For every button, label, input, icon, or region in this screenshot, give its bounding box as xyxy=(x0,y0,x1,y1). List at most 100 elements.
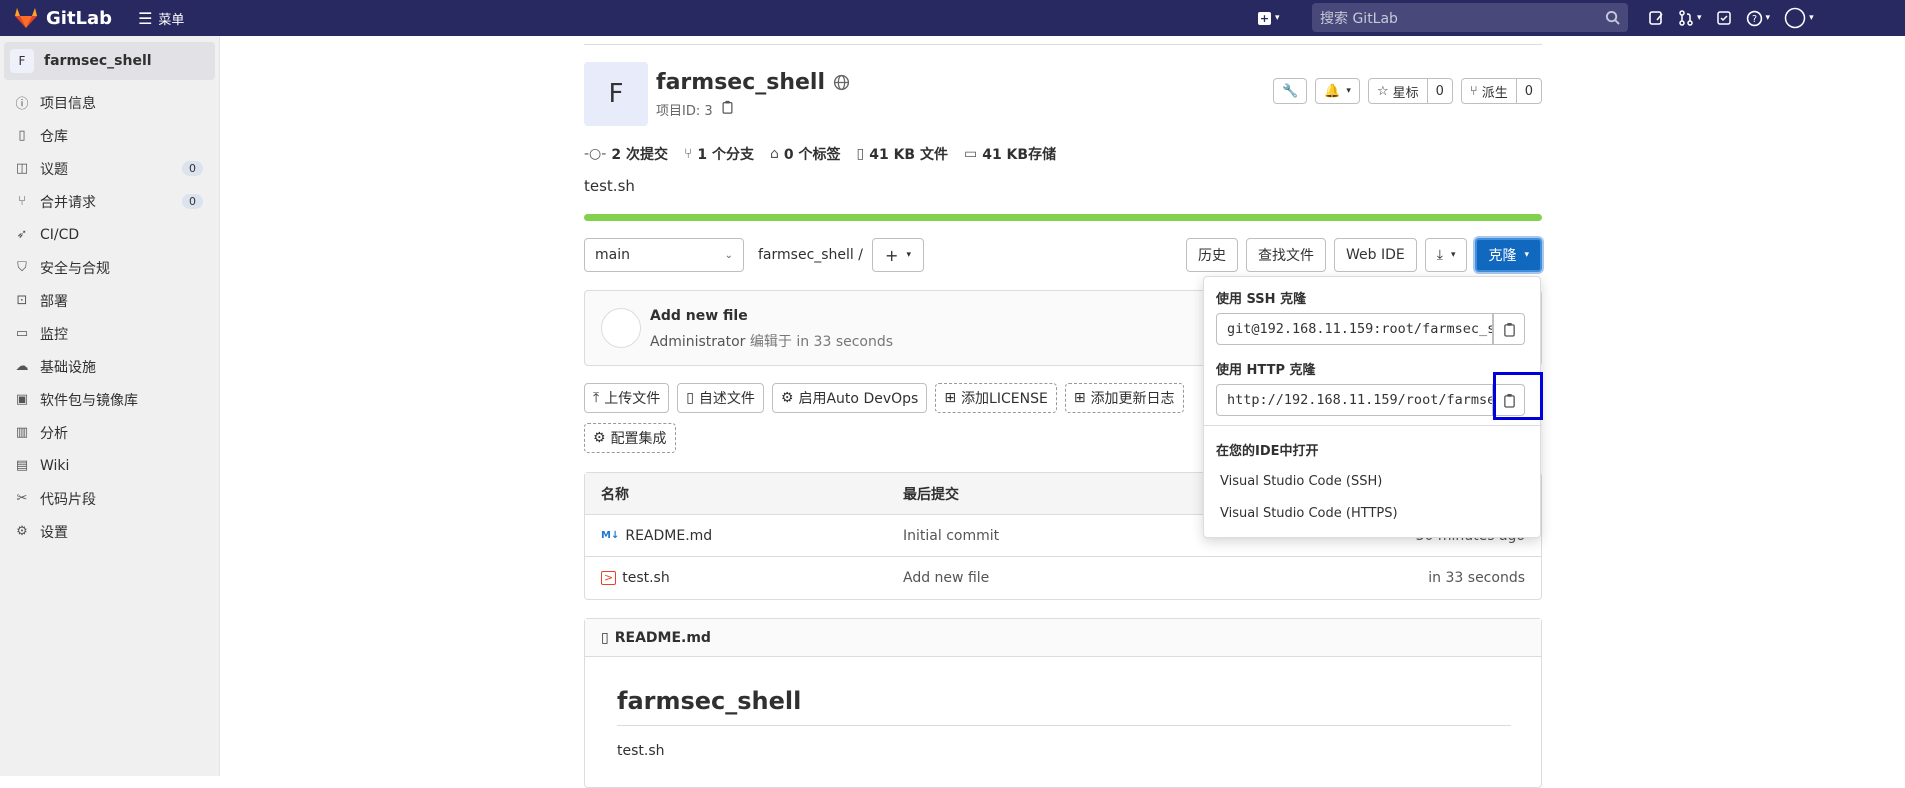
star-button[interactable]: ☆ 星标 0 xyxy=(1367,78,1453,104)
sidebar-item[interactable]: ⛉ 安全与合规 xyxy=(0,251,219,284)
fork-button[interactable]: ⑂ 派生 0 xyxy=(1460,78,1542,104)
book-icon: ▤ xyxy=(15,458,29,473)
sidebar-item[interactable]: ⑂ 合并请求 0 xyxy=(0,185,219,218)
fork-count: 0 xyxy=(1524,83,1533,99)
chevron-down-icon: ⌄ xyxy=(724,249,733,261)
issues-icon: ◫ xyxy=(15,161,29,176)
file-time: in 33 seconds xyxy=(1428,570,1525,586)
files-stat[interactable]: ▯ 41 KB 文件 xyxy=(857,144,948,164)
sidebar-item[interactable]: ▭ 监控 xyxy=(0,317,219,350)
sidebar-item[interactable]: ▤ Wiki xyxy=(0,449,219,482)
branch-icon: ⑂ xyxy=(683,146,693,162)
todos-nav-icon[interactable] xyxy=(1716,6,1732,30)
vscode-https-item[interactable]: Visual Studio Code (HTTPS) xyxy=(1220,506,1398,521)
web-ide-button[interactable]: Web IDE xyxy=(1334,238,1417,272)
plus-square-icon: + xyxy=(1258,11,1271,25)
copy-icon[interactable] xyxy=(721,100,734,114)
gear-icon: ⚙ xyxy=(16,524,28,539)
sidebar-item[interactable]: ▥ 分析 xyxy=(0,416,219,449)
author-avatar[interactable] xyxy=(601,308,641,348)
file-name[interactable]: README.md xyxy=(625,528,712,544)
sidebar-item[interactable]: ⚙ 设置 xyxy=(0,515,219,548)
clone-button[interactable]: 克隆 ▾ xyxy=(1475,238,1542,272)
file-name[interactable]: test.sh xyxy=(622,570,670,586)
star-label: 星标 xyxy=(1392,85,1419,101)
top-navbar: GitLab ☰ 菜单 + ▾ 搜索 GitLab ▾ ? ▾ ▾ xyxy=(0,0,1905,36)
sidebar-item[interactable]: ⓘ 项目信息 xyxy=(0,86,219,119)
sidebar-item-label: 部署 xyxy=(40,293,68,310)
vscode-ssh-item[interactable]: Visual Studio Code (SSH) xyxy=(1220,474,1382,489)
find-file-button[interactable]: 查找文件 xyxy=(1246,238,1326,272)
breadcrumb[interactable]: farmsec_shell / xyxy=(758,247,863,263)
merge-requests-nav-icon[interactable]: ▾ xyxy=(1678,6,1702,30)
sidebar-item[interactable]: ◫ 议题 0 xyxy=(0,152,219,185)
fork-label: 派生 xyxy=(1481,85,1508,101)
branch-select[interactable]: main ⌄ xyxy=(584,238,744,272)
divider xyxy=(584,44,1542,45)
copy-ssh-button[interactable] xyxy=(1493,313,1525,345)
auto-devops-button[interactable]: ⚙ 启用Auto DevOps xyxy=(771,383,928,413)
project-settings-button[interactable]: 🔧 xyxy=(1273,78,1308,104)
search-placeholder: 搜索 GitLab xyxy=(1320,10,1398,27)
commits-stat[interactable]: -○- 2 次提交 xyxy=(584,144,668,164)
readme-filename[interactable]: README.md xyxy=(615,630,711,646)
history-button[interactable]: 历史 xyxy=(1186,238,1238,272)
file-icon: ▯ xyxy=(601,629,609,646)
table-row[interactable]: > test.sh Add new file in 33 seconds xyxy=(585,557,1541,599)
branches-stat[interactable]: ⑂ 1 个分支 xyxy=(684,144,754,164)
ssh-url-field[interactable]: git@192.168.11.159:root/farmsec_shell.gi… xyxy=(1216,313,1493,345)
file-commit[interactable]: Add new file xyxy=(903,570,1341,586)
notification-dropdown[interactable]: 🔔 ▾ xyxy=(1315,78,1360,104)
help-icon[interactable]: ? ▾ xyxy=(1746,6,1771,30)
add-to-tree-dropdown[interactable]: + ▾ xyxy=(872,238,924,272)
user-avatar-menu[interactable]: ▾ xyxy=(1784,6,1814,30)
storage-stat[interactable]: ▭ 41 KB存储 xyxy=(964,144,1056,164)
chevron-down-icon: ▾ xyxy=(906,250,911,260)
chevron-down-icon: ▾ xyxy=(1697,13,1702,23)
search-input[interactable]: 搜索 GitLab xyxy=(1312,3,1628,32)
globe-icon xyxy=(833,74,850,91)
chevron-down-icon: ▾ xyxy=(1346,86,1351,96)
commit-author[interactable]: Administrator xyxy=(650,334,745,350)
http-clone-title: 使用 HTTP 克隆 xyxy=(1216,363,1316,378)
menu-button[interactable]: ☰ 菜单 xyxy=(138,9,184,28)
sidebar-item-label: 安全与合规 xyxy=(40,260,110,277)
gitlab-logo[interactable]: GitLab xyxy=(14,7,112,29)
http-url-field[interactable]: http://192.168.11.159/root/farmsec_shell… xyxy=(1216,384,1493,416)
fork-icon: ⑂ xyxy=(1469,83,1478,99)
sidebar-item-label: 基础设施 xyxy=(40,359,96,376)
sidebar-project-header[interactable]: F farmsec_shell xyxy=(4,42,215,80)
add-changelog-button[interactable]: ⊞ 添加更新日志 xyxy=(1064,383,1184,413)
new-dropdown-button[interactable]: + ▾ xyxy=(1258,8,1288,28)
download-dropdown[interactable]: ⤓ ▾ xyxy=(1424,238,1468,272)
file-icon: ▯ xyxy=(686,390,694,406)
wrench-icon: 🔧 xyxy=(1282,83,1299,99)
chevron-down-icon: ▾ xyxy=(1809,13,1814,23)
upload-file-button[interactable]: ⤒ 上传文件 xyxy=(584,383,670,413)
sidebar-project-name: farmsec_shell xyxy=(44,53,152,69)
gear-icon: ⚙ xyxy=(780,390,794,406)
configure-integrations-button[interactable]: ⚙ 配置集成 xyxy=(584,423,676,453)
add-license-button[interactable]: ⊞ 添加LICENSE xyxy=(935,383,1057,413)
sidebar-item[interactable]: ▣ 软件包与镜像库 xyxy=(0,383,219,416)
sidebar-item[interactable]: ☁ 基础设施 xyxy=(0,350,219,383)
tags-stat[interactable]: ⌂ 0 个标签 xyxy=(770,144,841,164)
menu-label: 菜单 xyxy=(158,12,185,28)
star-count: 0 xyxy=(1435,83,1444,99)
sidebar-item[interactable]: ✂ 代码片段 xyxy=(0,482,219,515)
sidebar-item[interactable]: ⊡ 部署 xyxy=(0,284,219,317)
svg-text:?: ? xyxy=(1751,14,1756,25)
sidebar-item[interactable]: ➶ CI/CD xyxy=(0,218,219,251)
commit-edited-label: 编辑于 xyxy=(749,334,792,350)
chevron-down-icon: ▾ xyxy=(1765,13,1771,23)
sidebar-item[interactable]: ▯ 仓库 xyxy=(0,119,219,152)
issues-nav-icon[interactable] xyxy=(1648,6,1664,30)
count-badge: 0 xyxy=(182,161,203,176)
tanuki-icon xyxy=(15,8,37,28)
commit-title[interactable]: Add new file xyxy=(650,308,748,324)
project-title-text: farmsec_shell xyxy=(656,70,826,95)
tag-icon: ⌂ xyxy=(769,146,779,162)
readme-button[interactable]: ▯ 自述文件 xyxy=(677,383,764,413)
deploy-icon: ⊡ xyxy=(16,293,28,308)
copy-icon xyxy=(1503,322,1515,337)
